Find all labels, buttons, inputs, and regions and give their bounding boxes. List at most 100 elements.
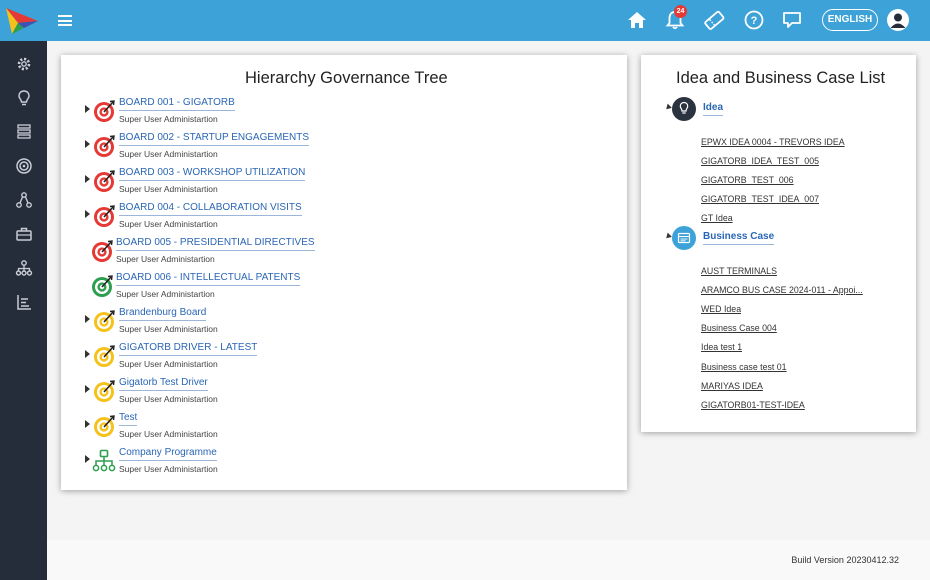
expand-caret-icon[interactable]: [85, 140, 90, 148]
target-red-icon: [92, 99, 116, 123]
sidebar: [0, 41, 47, 580]
tree-node-link[interactable]: BOARD 006 - INTELLECTUAL PATENTS: [116, 272, 301, 286]
tree-node-subtitle: Super User Administartion: [116, 289, 215, 299]
tree-node-link[interactable]: Test: [119, 412, 138, 426]
tree-node: BOARD 005 - PRESIDENTIAL DIRECTIVES Super…: [61, 237, 621, 267]
expand-caret-icon[interactable]: [85, 385, 90, 393]
idea-list-panel: Idea and Business Case List Idea EPWX IDE…: [641, 55, 916, 432]
expand-caret-icon[interactable]: [85, 210, 90, 218]
ticket-icon[interactable]: [703, 9, 725, 31]
list-item-link[interactable]: GIGATORB_IDEA_TEST_005: [701, 156, 819, 166]
expand-caret-icon[interactable]: [85, 420, 90, 428]
tree-node: GIGATORB DRIVER - LATEST Super User Admin…: [61, 342, 621, 372]
tree-node-link[interactable]: Company Programme: [119, 447, 217, 461]
business-case-icon: [672, 226, 696, 250]
expand-caret-icon[interactable]: [85, 455, 90, 463]
target-red-icon: [92, 134, 116, 158]
top-bar: 24 ? ENGLISH: [0, 0, 930, 41]
tree-node-subtitle: Super User Administartion: [119, 149, 218, 159]
tree-node-link[interactable]: BOARD 001 - GIGATORB: [119, 97, 235, 111]
tree-node-subtitle: Super User Administartion: [119, 394, 218, 404]
tree-node: BOARD 004 - COLLABORATION VISITS Super Us…: [61, 202, 621, 232]
tree-node-link[interactable]: BOARD 002 - STARTUP ENGAGEMENTS: [119, 132, 310, 146]
tree-node-link[interactable]: BOARD 005 - PRESIDENTIAL DIRECTIVES: [116, 237, 315, 251]
expand-caret-icon[interactable]: [85, 315, 90, 323]
idea-icon[interactable]: [15, 89, 33, 107]
stack-icon[interactable]: [15, 122, 33, 140]
hierarchy-icon[interactable]: [15, 259, 33, 277]
tree-node-subtitle: Super User Administartion: [119, 359, 218, 369]
tree-node-subtitle: Super User Administartion: [119, 114, 218, 124]
list-item-link[interactable]: GIGATORB_TEST_IDEA_007: [701, 194, 819, 204]
app-logo[interactable]: [4, 4, 42, 38]
target-red-icon: [92, 204, 116, 228]
collapse-caret-icon[interactable]: [664, 103, 672, 112]
help-icon[interactable]: ?: [743, 9, 765, 31]
tree-node: Gigatorb Test Driver Super User Administa…: [61, 377, 621, 407]
tree-node: BOARD 001 - GIGATORB Super User Administa…: [61, 97, 621, 127]
tree-node-link[interactable]: Brandenburg Board: [119, 307, 207, 321]
tree-node: Company Programme Super User Administarti…: [61, 447, 621, 477]
list-item-link[interactable]: EPWX IDEA 0004 - TREVORS IDEA: [701, 137, 845, 147]
build-version: Build Version 20230412.32: [791, 555, 899, 565]
language-button[interactable]: ENGLISH: [822, 9, 878, 31]
chart-icon[interactable]: [15, 293, 33, 311]
home-icon[interactable]: [626, 9, 648, 31]
tree-node-subtitle: Super User Administartion: [116, 254, 215, 264]
list-item-link[interactable]: AUST TERMINALS: [701, 266, 777, 276]
governance-tree-panel: Hierarchy Governance Tree BOARD 001 - GI…: [61, 55, 627, 490]
user-icon: [890, 13, 906, 28]
target-yellow-icon: [92, 344, 116, 368]
svg-text:?: ?: [751, 15, 758, 27]
briefcase-icon[interactable]: [15, 225, 33, 243]
list-item-link[interactable]: Idea test 1: [701, 342, 742, 352]
list-item-link[interactable]: Business case test 01: [701, 362, 787, 372]
menu-toggle-button[interactable]: [58, 15, 72, 26]
idea-list-title: Idea and Business Case List: [676, 69, 886, 87]
notification-badge: 24: [674, 5, 687, 18]
settings-icon[interactable]: [15, 55, 33, 73]
list-item-link[interactable]: Business Case 004: [701, 323, 777, 333]
list-item-link[interactable]: ARAMCO BUS CASE 2024-011 - Appoi...: [701, 285, 863, 295]
network-icon[interactable]: [15, 191, 33, 209]
tree-node-subtitle: Super User Administartion: [119, 464, 218, 474]
expand-caret-icon[interactable]: [85, 175, 90, 183]
tree-node-subtitle: Super User Administartion: [119, 429, 218, 439]
business-case-group: Business Case: [641, 226, 911, 252]
list-item-link[interactable]: GIGATORB01-TEST-IDEA: [701, 400, 805, 410]
user-avatar[interactable]: [887, 9, 909, 31]
list-item-link[interactable]: MARIYAS IDEA: [701, 381, 763, 391]
tree-node-subtitle: Super User Administartion: [119, 219, 218, 229]
org-chart-icon: [92, 449, 116, 473]
tree-node-subtitle: Super User Administartion: [119, 184, 218, 194]
tree-node: Brandenburg Board Super User Administarti…: [61, 307, 621, 337]
governance-tree-title: Hierarchy Governance Tree: [245, 69, 448, 87]
idea-group: Idea: [641, 97, 911, 123]
group-label[interactable]: Business Case: [703, 231, 775, 245]
expand-caret-icon[interactable]: [85, 105, 90, 113]
target-icon[interactable]: [15, 157, 33, 175]
tree-node: Test Super User Administartion: [61, 412, 621, 442]
tree-node-link[interactable]: BOARD 003 - WORKSHOP UTILIZATION: [119, 167, 306, 181]
lightbulb-icon: [672, 97, 696, 121]
footer: Build Version 20230412.32: [47, 540, 930, 580]
tree-node: BOARD 006 - INTELLECTUAL PATENTS Super Us…: [61, 272, 621, 302]
tree-node-link[interactable]: Gigatorb Test Driver: [119, 377, 208, 391]
tree-node: BOARD 002 - STARTUP ENGAGEMENTS Super Use…: [61, 132, 621, 162]
chat-icon[interactable]: [781, 9, 803, 31]
list-item-link[interactable]: GIGATORB_TEST_006: [701, 175, 794, 185]
tree-node-link[interactable]: BOARD 004 - COLLABORATION VISITS: [119, 202, 302, 216]
target-red-icon: [92, 169, 116, 193]
target-yellow-icon: [92, 309, 116, 333]
tree-node: BOARD 003 - WORKSHOP UTILIZATION Super Us…: [61, 167, 621, 197]
tree-node-link[interactable]: GIGATORB DRIVER - LATEST: [119, 342, 258, 356]
target-yellow-icon: [92, 379, 116, 403]
target-red-icon: [90, 239, 114, 263]
collapse-caret-icon[interactable]: [664, 232, 672, 241]
group-label[interactable]: Idea: [703, 102, 724, 116]
target-green-icon: [90, 274, 114, 298]
list-item-link[interactable]: WED Idea: [701, 304, 741, 314]
expand-caret-icon[interactable]: [85, 350, 90, 358]
target-yellow-icon: [92, 414, 116, 438]
list-item-link[interactable]: GT Idea: [701, 213, 733, 223]
